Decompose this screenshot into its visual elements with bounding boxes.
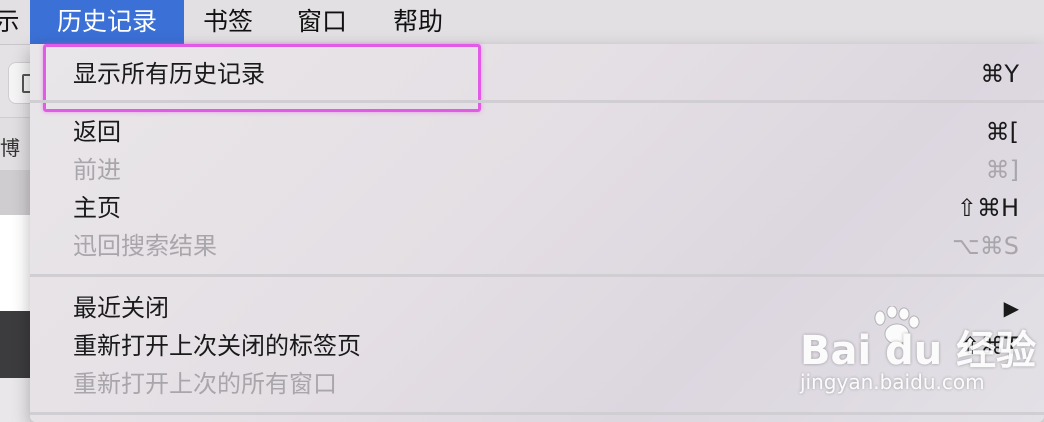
watermark-url: jingyan.baidu.com bbox=[800, 370, 985, 394]
menu-bookmarks[interactable]: 书签 bbox=[184, 0, 272, 44]
menu-item-shortcut: ⇧⌘H bbox=[956, 194, 1019, 222]
menu-item-home[interactable]: 主页 ⇧⌘H bbox=[30, 190, 1044, 226]
menu-item-shortcut: ⌥⌘S bbox=[952, 232, 1019, 260]
menu-item-label: 最近关闭 bbox=[73, 294, 169, 322]
menu-separator bbox=[30, 412, 1044, 415]
menu-window[interactable]: 窗口 bbox=[282, 0, 362, 44]
menu-item-search-results[interactable]: 迅回搜索结果 ⌥⌘S bbox=[30, 228, 1044, 264]
menu-history[interactable]: 历史记录 bbox=[30, 0, 184, 44]
menu-item-label: 主页 bbox=[73, 194, 121, 222]
menu-view[interactable]: 示 bbox=[0, 0, 20, 44]
bookmark-item[interactable]: 博 bbox=[0, 132, 20, 161]
menu-item-back[interactable]: 返回 ⌘[ bbox=[30, 114, 1044, 150]
menu-separator bbox=[30, 100, 1044, 103]
menu-item-shortcut: ⌘[ bbox=[985, 118, 1019, 146]
baidu-logo: Bai du 经验 bbox=[800, 328, 1037, 374]
menu-bar: 示 历史记录 书签 窗口 帮助 bbox=[0, 0, 1044, 45]
menu-separator bbox=[30, 274, 1044, 277]
menu-item-label: 重新打开上次的所有窗口 bbox=[73, 370, 337, 398]
menu-help[interactable]: 帮助 bbox=[376, 0, 460, 44]
menu-item-shortcut: ⌘] bbox=[985, 156, 1019, 184]
menu-item-label: 前进 bbox=[73, 156, 121, 184]
baidu-watermark: Bai du 经验 jingyan.baidu.com bbox=[800, 306, 1036, 396]
menu-item-label: 返回 bbox=[73, 118, 121, 146]
menu-item-label: 迅回搜索结果 bbox=[73, 232, 217, 260]
menu-item-shortcut: ⌘Y bbox=[980, 60, 1019, 88]
menu-item-forward[interactable]: 前进 ⌘] bbox=[30, 152, 1044, 188]
menu-item-label: 重新打开上次关闭的标签页 bbox=[73, 332, 361, 360]
